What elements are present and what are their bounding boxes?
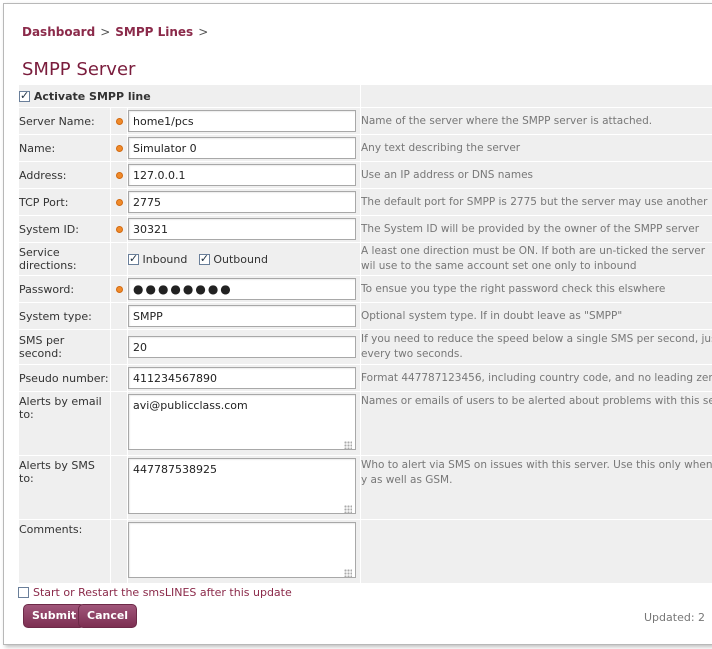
required-icon	[115, 198, 123, 206]
restart-label: Start or Restart the smsLINES after this…	[33, 586, 292, 599]
name-label: Name:	[19, 135, 110, 161]
tcp-port-help: The default port for SMPP is 2775 but th…	[361, 189, 712, 215]
breadcrumb-separator: >	[198, 25, 209, 39]
password-label: Password:	[19, 276, 110, 302]
service-directions-label: Service directions:	[19, 243, 110, 275]
smpp-form-table: Activate SMPP line Server Name: Name of …	[18, 84, 712, 584]
outbound-checkbox[interactable]	[198, 252, 210, 265]
service-directions-help: A least one direction must be ON. If bot…	[361, 243, 712, 275]
cancel-button[interactable]: Cancel	[78, 604, 138, 628]
system-type-input[interactable]	[128, 305, 356, 327]
system-id-label: System ID:	[19, 216, 110, 242]
server-name-input[interactable]	[128, 110, 356, 132]
inbound-label: Inbound	[142, 252, 188, 266]
inbound-checkbox[interactable]	[128, 252, 139, 265]
address-input[interactable]	[128, 164, 356, 186]
required-icon	[115, 171, 123, 179]
submit-button[interactable]: Submit	[23, 604, 86, 628]
activate-row: Activate SMPP line	[19, 85, 360, 107]
tcp-port-input[interactable]	[128, 191, 356, 213]
system-type-label: System type:	[19, 303, 110, 329]
comments-help	[361, 520, 712, 583]
activate-label: Activate SMPP line	[33, 89, 151, 103]
comments-label: Comments:	[19, 520, 110, 583]
inbound-option[interactable]: Inbound	[128, 252, 188, 266]
required-icon	[115, 285, 123, 293]
alerts-sms-textarea[interactable]: 447787538925	[128, 458, 356, 514]
sms-per-second-label: SMS per second:	[19, 330, 110, 364]
restart-checkbox[interactable]	[18, 587, 29, 598]
required-icon	[115, 117, 123, 125]
resize-grip-icon[interactable]	[344, 441, 352, 449]
pseudo-number-input[interactable]	[128, 367, 356, 389]
activate-checkbox[interactable]	[19, 89, 30, 102]
outbound-option[interactable]: Outbound	[198, 252, 268, 266]
outbound-label: Outbound	[213, 252, 268, 266]
alerts-email-help: Names or emails of users to be alerted a…	[361, 392, 712, 455]
required-icon	[115, 144, 123, 152]
server-name-label: Server Name:	[19, 108, 110, 134]
tcp-port-label: TCP Port:	[19, 189, 110, 215]
system-id-input[interactable]	[128, 218, 356, 240]
page-title: SMPP Server	[22, 59, 136, 80]
sms-per-second-help: If you need to reduce the speed below a …	[361, 330, 712, 364]
alerts-sms-help: Who to alert via SMS on issues with this…	[361, 456, 712, 519]
breadcrumb: Dashboard > SMPP Lines >	[22, 25, 213, 39]
pseudo-number-label: Pseudo number:	[19, 365, 110, 391]
updated-timestamp: Updated: 2	[644, 611, 706, 624]
comments-textarea[interactable]	[128, 522, 356, 578]
breadcrumb-dashboard[interactable]: Dashboard	[22, 25, 95, 39]
alerts-email-textarea[interactable]: avi@publicclass.com	[128, 394, 356, 450]
alerts-sms-label: Alerts by SMS to:	[19, 456, 110, 519]
breadcrumb-smpp-lines[interactable]: SMPP Lines	[115, 25, 193, 39]
breadcrumb-separator: >	[100, 25, 111, 39]
server-name-help: Name of the server where the SMPP server…	[361, 108, 712, 134]
sms-per-second-input[interactable]	[128, 336, 356, 358]
resize-grip-icon[interactable]	[344, 569, 352, 577]
password-help: To ensue you type the right password che…	[361, 276, 712, 302]
name-input[interactable]	[128, 137, 356, 159]
address-help: Use an IP address or DNS names	[361, 162, 712, 188]
restart-option[interactable]: Start or Restart the smsLINES after this…	[18, 586, 292, 599]
password-input[interactable]	[128, 278, 356, 300]
resize-grip-icon[interactable]	[344, 505, 352, 513]
pseudo-number-help: Format 447787123456, including country c…	[361, 365, 712, 391]
name-help: Any text describing the server	[361, 135, 712, 161]
alerts-email-label: Alerts by email to:	[19, 392, 110, 455]
required-icon	[115, 225, 123, 233]
address-label: Address:	[19, 162, 110, 188]
system-id-help: The System ID will be provided by the ow…	[361, 216, 712, 242]
system-type-help: Optional system type. If in doubt leave …	[361, 303, 712, 329]
